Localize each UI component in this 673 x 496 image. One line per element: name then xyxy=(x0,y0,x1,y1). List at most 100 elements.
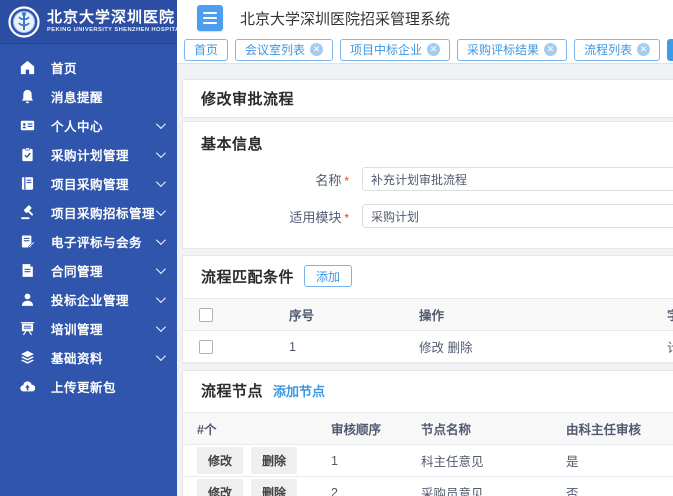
tab-4[interactable]: 采购评标结果✕ xyxy=(457,39,567,61)
column-header: 节点名称 xyxy=(421,413,566,445)
clipboard-check-icon xyxy=(20,147,35,162)
sidebar-item-8[interactable]: 合同管理 xyxy=(0,256,177,285)
edit-node-button[interactable]: 修改 xyxy=(197,479,243,496)
ops-cell[interactable]: 修改 删除 xyxy=(419,331,667,363)
hospital-name-en: PEKING UNIVERSITY SHENZHEN HOSPITAL xyxy=(47,27,177,33)
required-asterisk: * xyxy=(344,174,349,188)
sidebar-item-7[interactable]: 电子评标与会务 xyxy=(0,227,177,256)
chevron-down-icon xyxy=(156,148,166,158)
column-header: 操作 xyxy=(419,299,667,331)
sidebar-item-10[interactable]: 培训管理 xyxy=(0,314,177,343)
column-header: 字段 xyxy=(667,299,673,331)
add-condition-button[interactable]: 添加 xyxy=(304,265,352,287)
row-checkbox[interactable] xyxy=(199,340,213,354)
bell-icon xyxy=(20,89,35,104)
sidebar-item-4[interactable]: 采购计划管理 xyxy=(0,140,177,169)
sidebar-item-11[interactable]: 基础资料 xyxy=(0,343,177,372)
sidebar: 北京大学深圳医院 PEKING UNIVERSITY SHENZHEN HOSP… xyxy=(0,0,177,496)
chevron-down-icon xyxy=(156,119,166,129)
sidebar-item-12[interactable]: 上传更新包 xyxy=(0,372,177,401)
match-conditions-card: 流程匹配条件 添加 序号操作字段 1 修改 删除 计划类型 xyxy=(182,255,673,364)
table-row: 1 修改 删除 计划类型 xyxy=(183,331,673,363)
basic-info-title: 基本信息 xyxy=(201,133,673,154)
field-label: 适用模块* xyxy=(201,207,349,226)
sidebar-item-3[interactable]: 个人中心 xyxy=(0,111,177,140)
tab-close-icon[interactable]: ✕ xyxy=(637,43,650,56)
id-card-icon xyxy=(20,118,35,133)
sidebar-item-label: 培训管理 xyxy=(51,319,156,338)
home-icon xyxy=(20,60,35,75)
form-row-2: 适用模块* xyxy=(201,204,673,228)
add-node-link[interactable]: 添加节点 xyxy=(273,381,325,400)
page-title-card: 修改审批流程 xyxy=(182,79,673,118)
select-all-header xyxy=(183,299,289,331)
hamburger-icon xyxy=(203,12,217,14)
form-row-1: 名称* xyxy=(201,167,673,191)
tab-close-icon[interactable]: ✕ xyxy=(427,43,440,56)
table-row: 修改删除 2 采购员意见 否 xyxy=(183,477,673,496)
content-scroll-area: 修改审批流程 基本信息 名称*适用模块* 流程匹配条件 添加 序号操作字段 1 xyxy=(177,64,673,496)
tab-6[interactable]: 流程✕ xyxy=(667,39,673,61)
chevron-down-icon xyxy=(156,264,166,274)
sidebar-item-label: 项目采购招标管理 xyxy=(51,203,156,222)
page-title: 修改审批流程 xyxy=(201,88,673,109)
tab-label: 流程列表 xyxy=(584,41,632,58)
column-header: #个 xyxy=(183,413,331,445)
chevron-down-icon xyxy=(156,351,166,361)
sidebar-item-label: 合同管理 xyxy=(51,261,156,280)
sidebar-item-9[interactable]: 投标企业管理 xyxy=(0,285,177,314)
tab-5[interactable]: 流程列表 ✕ xyxy=(574,39,660,61)
sidebar-item-label: 投标企业管理 xyxy=(51,290,156,309)
sidebar-item-label: 个人中心 xyxy=(51,116,156,135)
chevron-down-icon xyxy=(156,293,166,303)
main-area: 北京大学深圳医院招采管理系统 首页会议室列表✕项目中标企业✕采购评标结果✕流程列… xyxy=(177,0,673,496)
node-name-cell: 采购员意见 xyxy=(421,477,566,496)
delete-node-button[interactable]: 删除 xyxy=(251,479,297,496)
sidebar-item-6[interactable]: 项目采购招标管理 xyxy=(0,198,177,227)
required-asterisk: * xyxy=(344,211,349,225)
column-header: 审核顺序 xyxy=(331,413,421,445)
delete-node-button[interactable]: 删除 xyxy=(251,447,297,474)
basic-info-card: 基本信息 名称* 适用模块* xyxy=(182,121,673,249)
tab-label: 首页 xyxy=(194,41,218,58)
field-label: 名称* xyxy=(201,170,349,189)
chevron-down-icon xyxy=(156,206,166,216)
chevron-down-icon xyxy=(156,322,166,332)
chief-review-cell: 是 xyxy=(566,445,673,477)
order-cell: 2 xyxy=(331,477,421,496)
chevron-down-icon xyxy=(156,235,166,245)
menu-toggle-button[interactable] xyxy=(197,5,223,31)
tab-1[interactable]: 首页 xyxy=(184,39,228,61)
layers-icon xyxy=(20,350,35,365)
sidebar-item-label: 基础资料 xyxy=(51,348,156,367)
sidebar-item-1[interactable]: 首页 xyxy=(0,53,177,82)
hospital-logo-bar: 北京大学深圳医院 PEKING UNIVERSITY SHENZHEN HOSP… xyxy=(0,0,177,44)
edit-node-button[interactable]: 修改 xyxy=(197,447,243,474)
sidebar-item-5[interactable]: 项目采购管理 xyxy=(0,169,177,198)
tab-3[interactable]: 项目中标企业 ✕ xyxy=(340,39,450,61)
field-input-1[interactable] xyxy=(362,167,673,191)
select-all-checkbox[interactable] xyxy=(199,308,213,322)
order-cell: 1 xyxy=(331,445,421,477)
contract-icon xyxy=(20,263,35,278)
table-row: 修改删除 1 科主任意见 是 xyxy=(183,445,673,477)
top-header: 北京大学深圳医院招采管理系统 xyxy=(177,0,673,36)
field-input-2[interactable] xyxy=(362,204,673,228)
column-header: 序号 xyxy=(289,299,419,331)
column-header: 由科主任审核 xyxy=(566,413,673,445)
user-icon xyxy=(20,292,35,307)
flow-nodes-table: #个审核顺序节点名称由科主任审核 修改删除 1 科主任意见 是 修改删除 2 采… xyxy=(183,412,673,496)
hospital-emblem-icon xyxy=(8,6,40,38)
book-icon xyxy=(20,176,35,191)
tab-close-icon[interactable]: ✕ xyxy=(544,43,557,56)
sidebar-nav: 首页 消息提醒 个人中心 采购计划管理 项目采购管理 项目采购招标管理 电子评标… xyxy=(0,44,177,401)
tab-label: 项目中标企业 xyxy=(350,41,422,58)
flow-nodes-title: 流程节点 xyxy=(201,380,263,401)
chevron-down-icon xyxy=(156,177,166,187)
tab-close-icon[interactable]: ✕ xyxy=(310,43,323,56)
cloud-upload-icon xyxy=(20,379,35,394)
tab-2[interactable]: 会议室列表✕ xyxy=(235,39,333,61)
sidebar-item-label: 首页 xyxy=(51,58,163,77)
sidebar-item-2[interactable]: 消息提醒 xyxy=(0,82,177,111)
sidebar-item-label: 消息提醒 xyxy=(51,87,163,106)
